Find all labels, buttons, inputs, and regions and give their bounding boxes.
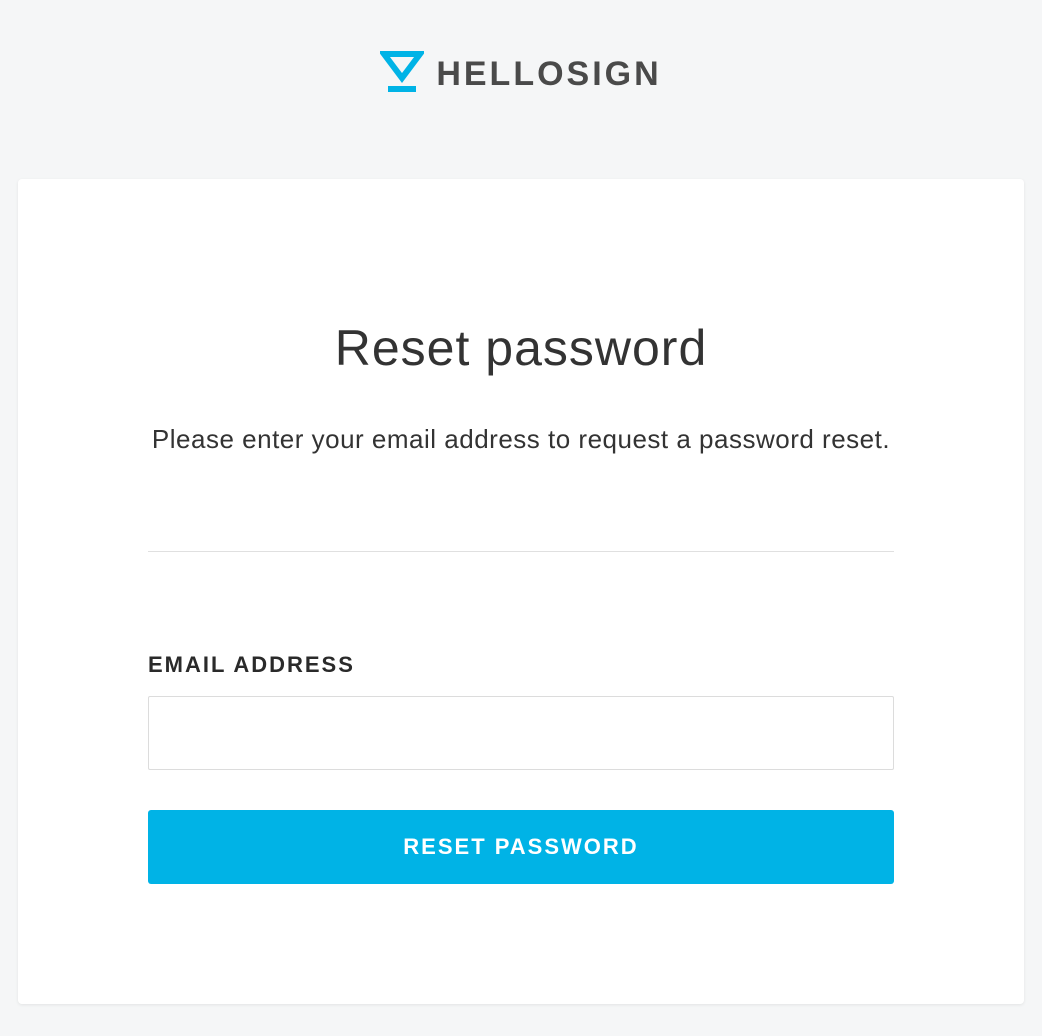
reset-password-card: Reset password Please enter your email a… <box>18 179 1024 1004</box>
email-label: EMAIL ADDRESS <box>148 652 894 678</box>
brand-name: HELLOSIGN <box>436 55 661 94</box>
page-header: HELLOSIGN <box>0 0 1042 99</box>
card-subtitle: Please enter your email address to reque… <box>148 417 894 461</box>
card-title: Reset password <box>148 319 894 377</box>
brand-logo: HELLOSIGN <box>380 50 661 99</box>
divider <box>148 551 894 552</box>
reset-password-button[interactable]: RESET PASSWORD <box>148 810 894 884</box>
hellosign-logo-icon <box>380 50 424 99</box>
email-field[interactable] <box>148 696 894 770</box>
